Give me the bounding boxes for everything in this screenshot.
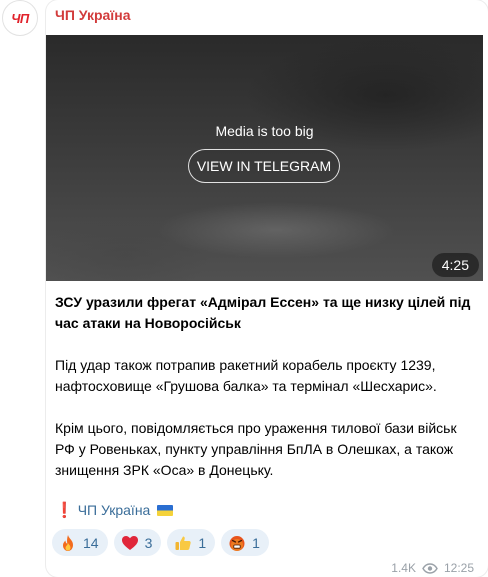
post-signature: ❗ ЧП Україна bbox=[55, 501, 174, 519]
reaction-count: 14 bbox=[83, 534, 99, 551]
channel-name[interactable]: ЧП Україна bbox=[55, 7, 131, 23]
channel-avatar[interactable]: ЧП bbox=[2, 0, 38, 36]
reaction-count: 1 bbox=[198, 534, 207, 551]
reaction-fire[interactable]: 14 bbox=[52, 529, 108, 556]
reaction-thumbs-up[interactable]: 1 bbox=[167, 529, 216, 556]
video-duration-badge: 4:25 bbox=[431, 253, 479, 277]
avatar-logo: ЧП bbox=[11, 10, 29, 26]
ukraine-flag-icon bbox=[157, 504, 174, 516]
fire-icon bbox=[63, 534, 73, 551]
view-count: 1.4K bbox=[391, 561, 416, 575]
reactions-bar: 14 3 1 1 bbox=[52, 529, 269, 556]
reaction-count: 1 bbox=[252, 534, 260, 551]
reaction-heart[interactable]: 3 bbox=[113, 529, 162, 556]
heart-icon bbox=[121, 535, 138, 550]
media-too-big-message: Media is too big bbox=[215, 123, 314, 139]
eye-icon bbox=[422, 562, 438, 574]
reaction-count: 3 bbox=[144, 534, 153, 551]
post-time: 12:25 bbox=[443, 561, 474, 575]
video-preview[interactable]: Media is too big VIEW IN TELEGRAM 4:25 bbox=[46, 35, 483, 281]
message-bubble: ЧП Україна Media is too big VIEW IN TELE… bbox=[46, 0, 488, 577]
post-text: ЗСУ уразили фрегат «Адмірал Ессен» та ще… bbox=[55, 292, 480, 502]
message-footer: 1.4K 12:25 bbox=[391, 561, 474, 575]
view-in-telegram-button[interactable]: VIEW IN TELEGRAM bbox=[188, 149, 340, 183]
post-paragraph: Крім цього, повідомляється про ураження … bbox=[55, 420, 457, 478]
reaction-angry[interactable]: 1 bbox=[221, 529, 269, 556]
exclamation-icon: ❗ bbox=[55, 502, 74, 519]
angry-face-icon bbox=[229, 535, 245, 551]
post-headline: ЗСУ уразили фрегат «Адмірал Ессен» та ще… bbox=[55, 294, 471, 331]
thumbs-up-icon bbox=[175, 536, 192, 550]
post-paragraph: Під удар також потрапив ракетний корабел… bbox=[55, 357, 437, 394]
signature-link[interactable]: ЧП Україна bbox=[78, 502, 151, 518]
